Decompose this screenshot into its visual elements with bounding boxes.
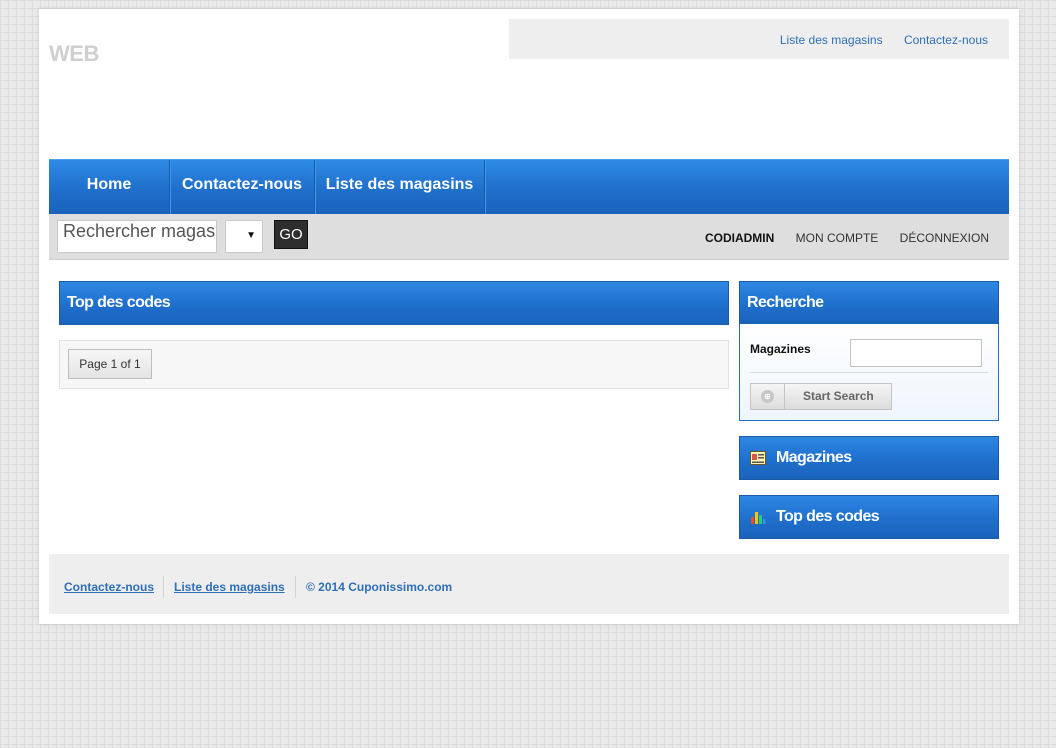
main-panel-title: Top des codes: [59, 281, 729, 325]
nav-item-home[interactable]: Home: [49, 160, 170, 215]
magazines-panel-header[interactable]: Magazines: [739, 436, 999, 480]
magazine-icon: [750, 451, 766, 465]
start-search-button[interactable]: ⊕ Start Search: [750, 383, 892, 410]
footer: Contactez-nous Liste des magasins © 2014…: [49, 554, 1009, 614]
top-links-bar: Liste des magasins Contactez-nous: [509, 19, 1009, 59]
my-account-link[interactable]: MON COMPTE: [796, 231, 879, 245]
top-link-store-list[interactable]: Liste des magasins: [780, 33, 883, 47]
footer-copyright: © 2014 Cuponissimo.com: [306, 580, 453, 594]
search-icon: ⊕: [761, 390, 774, 403]
divider: [750, 372, 988, 373]
search-panel-title: Recherche: [739, 281, 999, 325]
magazines-panel-title: Magazines: [776, 449, 852, 466]
footer-link-contact[interactable]: Contactez-nous: [64, 580, 154, 594]
magazines-label: Magazines: [750, 342, 811, 356]
pagination-box: Page 1 of 1: [59, 340, 729, 389]
footer-divider: [295, 576, 296, 598]
nav-item-store-list[interactable]: Liste des magasins: [315, 160, 485, 215]
top-link-contact[interactable]: Contactez-nous: [904, 33, 988, 47]
search-button-icon-area: ⊕: [751, 384, 785, 409]
page-indicator[interactable]: Page 1 of 1: [68, 349, 152, 379]
page-container: WEB Liste des magasins Contactez-nous Ho…: [39, 9, 1019, 624]
search-user-bar: Rechercher magas ▼ GO CODIADMIN MON COMP…: [49, 214, 1009, 260]
footer-divider: [163, 576, 164, 598]
username-link[interactable]: CODIADMIN: [705, 231, 774, 245]
footer-link-store-list[interactable]: Liste des magasins: [174, 580, 285, 594]
main-nav: Home Contactez-nous Liste des magasins: [49, 159, 1009, 215]
user-links: CODIADMIN MON COMPTE DÉCONNEXION: [687, 214, 989, 260]
go-button[interactable]: GO: [274, 220, 308, 249]
magazines-input[interactable]: [850, 339, 982, 367]
search-panel: Magazines ⊕ Start Search: [739, 324, 999, 421]
site-logo[interactable]: WEB: [49, 41, 99, 67]
top-codes-panel-title: Top des codes: [776, 508, 880, 525]
search-category-select[interactable]: ▼: [225, 220, 263, 253]
chevron-down-icon: ▼: [246, 230, 256, 241]
logout-link[interactable]: DÉCONNEXION: [900, 231, 989, 245]
start-search-label: Start Search: [803, 389, 874, 403]
bar-chart-icon: [751, 512, 766, 524]
top-codes-panel-header[interactable]: Top des codes: [739, 495, 999, 539]
store-search-input[interactable]: Rechercher magas: [57, 220, 217, 253]
nav-item-contact[interactable]: Contactez-nous: [170, 160, 315, 215]
